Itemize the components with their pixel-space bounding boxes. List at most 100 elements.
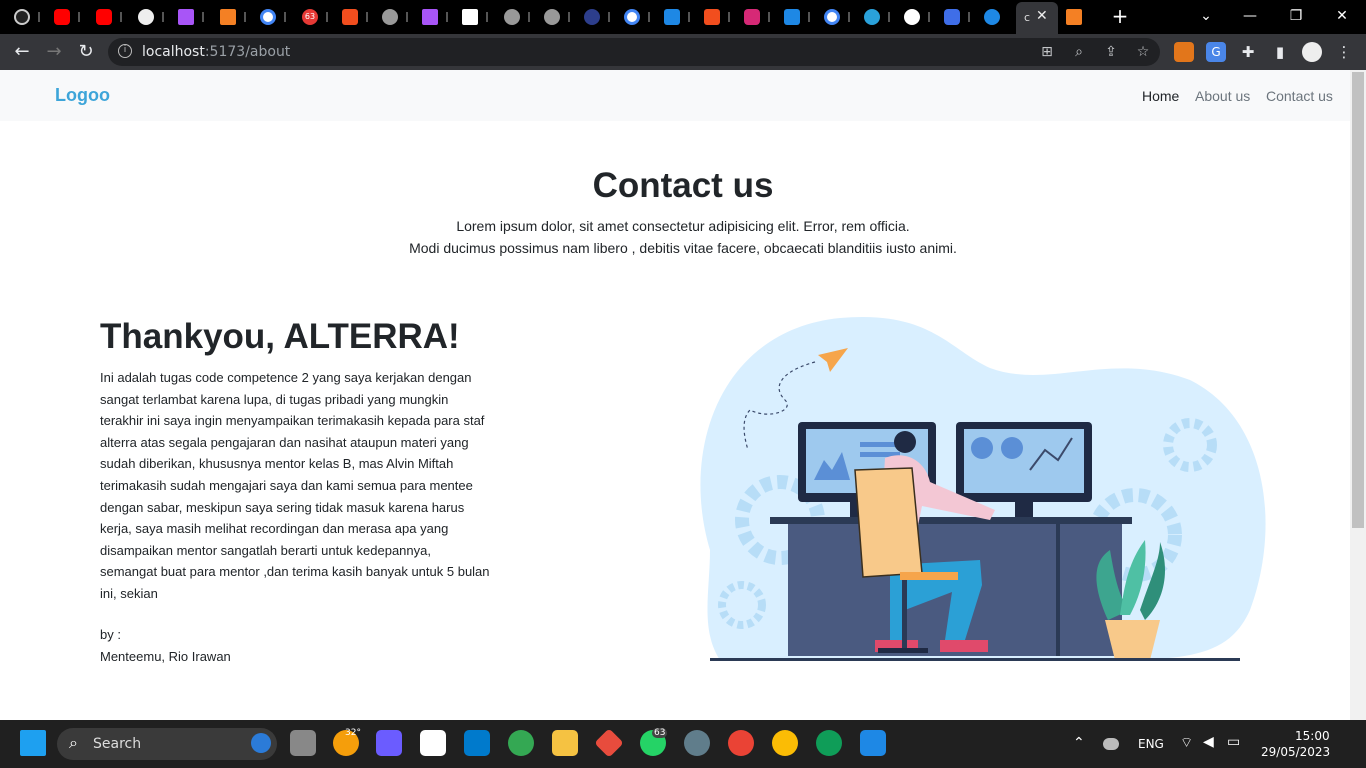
byline-label: by :	[100, 627, 121, 642]
mui-icon	[784, 9, 800, 25]
address-bar[interactable]: i localhost:5173/about ⊞ ⌕ ⇪ ☆	[108, 38, 1160, 66]
google-icon	[824, 9, 840, 25]
tab-app-2[interactable]	[980, 6, 1018, 28]
tab-instagram[interactable]	[740, 6, 778, 28]
info-icon[interactable]: i	[118, 44, 132, 58]
tab-stackoverflow-2[interactable]	[1062, 6, 1100, 28]
zoom-icon[interactable]: ⌕	[1070, 43, 1088, 61]
git-icon[interactable]	[594, 728, 624, 758]
clock-time[interactable]: 15:00	[1295, 729, 1330, 743]
edge-icon[interactable]	[816, 730, 842, 756]
dicoding-icon	[584, 9, 600, 25]
tab-mui[interactable]	[660, 6, 698, 28]
tab-vite-2[interactable]	[418, 6, 456, 28]
tab-telegram[interactable]	[860, 6, 898, 28]
tab-github-2[interactable]	[900, 6, 938, 28]
tab-google-3[interactable]	[820, 6, 858, 28]
tab-figma[interactable]	[338, 6, 376, 28]
tab-globe-2[interactable]	[500, 6, 538, 28]
tab-chatgpt[interactable]	[134, 6, 172, 28]
photos-icon[interactable]	[860, 730, 886, 756]
windows-start-icon[interactable]	[20, 730, 46, 756]
language-indicator[interactable]: ENG	[1138, 737, 1164, 751]
tab-cb[interactable]	[458, 6, 496, 28]
bookmark-star-icon[interactable]: ☆	[1134, 43, 1152, 61]
nav-home[interactable]: Home	[1142, 88, 1179, 104]
wifi-icon[interactable]: ⌔	[1180, 734, 1193, 752]
clock-date[interactable]: 29/05/2023	[1261, 745, 1330, 759]
reload-button[interactable]: ↻	[74, 40, 98, 64]
new-tab-button[interactable]: +	[1108, 4, 1132, 28]
tab-mui-2[interactable]	[780, 6, 818, 28]
globe-icon	[504, 9, 520, 25]
close-window-button[interactable]: ✕	[1322, 4, 1362, 28]
minimize-button[interactable]: —	[1230, 4, 1270, 28]
settings-icon[interactable]	[684, 730, 710, 756]
tab-app[interactable]	[940, 6, 978, 28]
tab-figma-2[interactable]	[700, 6, 738, 28]
metamask-icon[interactable]	[1174, 42, 1194, 62]
tab-search-button[interactable]: ⌄	[1186, 4, 1226, 28]
vite-icon	[422, 9, 438, 25]
brand-logo[interactable]: Logoo	[55, 85, 110, 106]
tab-youtube[interactable]	[50, 6, 88, 28]
tab-google-2[interactable]	[620, 6, 658, 28]
stackoverflow-icon	[1066, 9, 1082, 25]
figma-icon	[704, 9, 720, 25]
teams-chat-icon[interactable]	[376, 730, 402, 756]
subtitle-line-1: Lorem ipsum dolor, sit amet consectetur …	[456, 218, 910, 234]
tab-title: c	[1024, 11, 1031, 24]
onedrive-icon[interactable]	[1103, 738, 1119, 750]
tab-youtube-2[interactable]	[92, 6, 130, 28]
restore-button[interactable]: ❐	[1276, 4, 1316, 28]
notion-icon[interactable]	[420, 730, 446, 756]
menu-icon[interactable]: ⋮	[1334, 42, 1354, 62]
tab-badge[interactable]: 63	[298, 6, 336, 28]
tab-vite[interactable]	[174, 6, 212, 28]
google-icon	[260, 9, 276, 25]
back-button[interactable]: ←	[10, 40, 34, 64]
globe-icon	[382, 9, 398, 25]
close-icon[interactable]: ✕	[1036, 8, 1048, 24]
page-scrollbar[interactable]	[1350, 70, 1366, 720]
instagram-icon	[744, 9, 760, 25]
taskbar-search[interactable]: ⌕ Search	[57, 728, 277, 760]
side-panel-icon[interactable]: ▮	[1270, 42, 1290, 62]
forward-button[interactable]: →	[42, 40, 66, 64]
nav-contact[interactable]: Contact us	[1266, 88, 1333, 104]
scrollbar-thumb[interactable]	[1352, 72, 1364, 528]
file-explorer-icon[interactable]	[552, 730, 578, 756]
tab-active[interactable]: c ✕	[1016, 2, 1058, 34]
chrome-icon[interactable]	[508, 730, 534, 756]
tab-dicoding[interactable]	[580, 6, 618, 28]
vscode-icon[interactable]	[464, 730, 490, 756]
github-icon	[904, 9, 920, 25]
bing-icon	[251, 733, 271, 753]
share-icon[interactable]: ⇪	[1102, 43, 1120, 61]
tray-overflow-icon[interactable]: ⌃	[1073, 735, 1085, 751]
chrome-profile-icon[interactable]	[728, 730, 754, 756]
telegram-icon	[864, 9, 880, 25]
tab-google[interactable]	[256, 6, 294, 28]
tab-globe-3[interactable]	[540, 6, 578, 28]
globe-icon	[544, 9, 560, 25]
chrome-profile-2-icon[interactable]	[772, 730, 798, 756]
task-view-icon[interactable]	[290, 730, 316, 756]
browser-toolbar: ← → ↻ i localhost:5173/about ⊞ ⌕ ⇪ ☆ G ✚…	[0, 34, 1366, 70]
url-text[interactable]: localhost:5173/about	[142, 44, 290, 60]
volume-icon[interactable]: ◀	[1203, 734, 1214, 750]
tab-stackoverflow[interactable]	[216, 6, 254, 28]
translate-extension-icon[interactable]: G	[1206, 42, 1226, 62]
tab-globe[interactable]	[378, 6, 416, 28]
battery-icon[interactable]: ▭	[1227, 734, 1240, 750]
app-icon	[944, 9, 960, 25]
notification-icon: 63	[302, 9, 318, 25]
whatsapp-badge: 63	[652, 728, 668, 738]
tab-github[interactable]	[10, 6, 48, 28]
translate-icon[interactable]: ⊞	[1038, 43, 1056, 61]
profile-avatar[interactable]	[1302, 42, 1322, 62]
youtube-icon	[54, 9, 70, 25]
nav-about[interactable]: About us	[1195, 88, 1250, 104]
extensions-icon[interactable]: ✚	[1238, 42, 1258, 62]
app-icon	[984, 9, 1000, 25]
